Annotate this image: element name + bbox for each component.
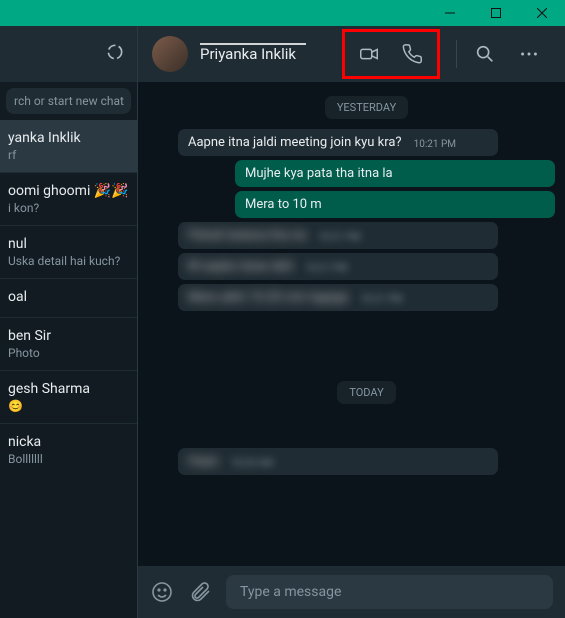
video-call-button[interactable] (347, 34, 391, 74)
chat-header: Priyanka Inklik (138, 26, 565, 82)
emoji-icon[interactable] (150, 580, 174, 604)
chat-preview: Bolllllll (8, 452, 129, 466)
chat-list: yanka Inklik rf oomi ghoomi 🎉🎉 i kon? nu… (0, 120, 137, 618)
chat-preview: Uska detail hai kuch? (8, 254, 129, 268)
message-text: M aapko kese deti (188, 259, 301, 274)
chat-list-item[interactable]: oal (0, 278, 137, 317)
messages-area[interactable]: YESTERDAY Aapne itna jaldi meeting join … (138, 82, 565, 566)
date-separator: TODAY (337, 381, 395, 404)
message-text: Mujhe kya pata tha itna la (245, 166, 401, 181)
message-time: 10:24 AM (231, 458, 274, 469)
message-time: 10:21 PM (360, 294, 402, 305)
chat-pane: Priyanka Inklik (138, 26, 565, 618)
separator (456, 40, 457, 68)
message-incoming[interactable]: Haan 10:24 AM (178, 448, 498, 475)
chat-list-item[interactable]: nul Uska detail hai kuch? (0, 225, 137, 278)
voice-call-button[interactable] (391, 34, 435, 74)
chat-list-item[interactable]: nicka Bolllllll (0, 423, 137, 476)
message-text: Mera to 10 m (245, 197, 330, 212)
chat-name: nicka (8, 434, 129, 450)
message-text: Haan (188, 454, 227, 469)
menu-button[interactable] (507, 34, 551, 74)
chat-preview: 😊 (8, 399, 129, 413)
message-incoming[interactable]: Pahali batana tha na 10:21 PM (178, 222, 498, 249)
message-incoming[interactable]: M aapko kese deti 10:21 PM (178, 253, 498, 280)
window-close-button[interactable] (519, 0, 565, 26)
message-time: 10:21 PM (318, 232, 360, 243)
chat-name: ben Sir (8, 328, 129, 344)
chat-list-item[interactable]: yanka Inklik rf (0, 120, 137, 172)
annotation-highlight (342, 29, 440, 79)
status-icon[interactable] (105, 42, 125, 66)
message-outgoing[interactable]: Mera to 10 m (235, 191, 555, 218)
message-input[interactable]: Type a message (226, 575, 553, 609)
chat-name: oal (8, 289, 129, 305)
chat-name: gesh Sharma (8, 381, 129, 397)
chat-preview: i kon? (8, 201, 129, 215)
message-outgoing[interactable]: Mujhe kya pata tha itna la (235, 160, 555, 187)
chat-name: yanka Inklik (8, 130, 129, 146)
avatar[interactable] (152, 36, 188, 72)
composer: Type a message (138, 566, 565, 618)
attach-icon[interactable] (188, 580, 212, 604)
chat-name: nul (8, 236, 129, 252)
date-separator: YESTERDAY (325, 96, 408, 119)
chat-list-item[interactable]: ben Sir Photo (0, 317, 137, 370)
chat-preview: Photo (8, 346, 129, 360)
chat-list-item[interactable]: gesh Sharma 😊 (0, 370, 137, 423)
search-in-chat-button[interactable] (463, 34, 507, 74)
sidebar: rch or start new chat yanka Inklik rf oo… (0, 26, 138, 618)
chat-list-item[interactable]: oomi ghoomi 🎉🎉 i kon? (0, 172, 137, 225)
message-text: Aapne itna jaldi meeting join kyu kra? (188, 135, 410, 150)
message-text: Pahali batana tha na (188, 228, 314, 243)
contact-name[interactable]: Priyanka Inklik (200, 45, 296, 63)
window-maximize-button[interactable] (473, 0, 519, 26)
chat-preview: rf (8, 148, 129, 162)
sidebar-header (0, 26, 137, 82)
message-time: 10:21 PM (305, 263, 347, 274)
message-time: 10:21 PM (414, 139, 456, 150)
window-minimize-button[interactable] (427, 0, 473, 26)
message-text: Mere abhi 15-20 min lagege (188, 290, 356, 305)
message-incoming[interactable]: Aapne itna jaldi meeting join kyu kra? 1… (178, 129, 498, 156)
window-titlebar (0, 0, 565, 26)
chat-name: oomi ghoomi 🎉🎉 (8, 183, 129, 199)
message-incoming[interactable]: Mere abhi 15-20 min lagege 10:21 PM (178, 284, 498, 311)
search-input[interactable]: rch or start new chat (6, 88, 131, 114)
